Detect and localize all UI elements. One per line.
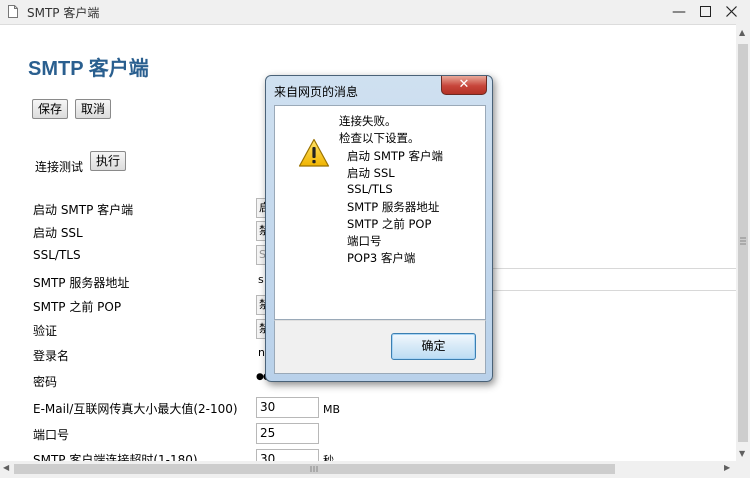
message-dialog: 来自网页的消息 ✕ 连接失败。 检查以下设置。 启动 SMTP 客户端 启动 S… — [265, 75, 493, 382]
maximize-icon — [699, 6, 711, 17]
row-label-timeout: SMTP 客户端连接超时(1-180) — [33, 453, 198, 461]
row-label-smtp-server: SMTP 服务器地址 — [33, 276, 130, 290]
horizontal-scroll-thumb[interactable] — [14, 464, 615, 474]
dialog-setting-item: 启动 SSL — [347, 166, 395, 180]
dialog-footer: 确定 — [274, 320, 486, 374]
close-icon — [725, 6, 737, 17]
dialog-title: 来自网页的消息 — [274, 85, 359, 99]
row-label-password: 密码 — [33, 375, 58, 389]
execute-button[interactable]: 执行 — [90, 151, 127, 171]
vertical-scrollbar[interactable]: ▲ ▼ — [736, 24, 750, 461]
grip-icon — [310, 466, 318, 472]
dialog-body: 连接失败。 检查以下设置。 启动 SMTP 客户端 启动 SSL SSL/TLS… — [274, 105, 486, 320]
connection-test-label: 连接测试 — [35, 160, 84, 174]
scroll-right-icon[interactable]: ▶ — [724, 463, 730, 472]
scroll-left-icon[interactable]: ◀ — [3, 463, 9, 472]
dialog-message-line: 检查以下设置。 — [339, 131, 420, 145]
window-close-button[interactable] — [720, 3, 742, 21]
page-title: SMTP 客户端 — [28, 58, 149, 80]
max-size-unit: MB — [323, 403, 341, 416]
maximize-button[interactable] — [694, 3, 716, 21]
grip-icon — [740, 237, 746, 245]
dialog-setting-item: SMTP 服务器地址 — [347, 200, 440, 214]
port-input[interactable]: 25 — [256, 423, 319, 444]
row-label-max-size: E-Mail/互联网传真大小最大值(2-100) — [33, 402, 238, 416]
scroll-down-icon[interactable]: ▼ — [739, 449, 745, 458]
row-label-smtp-enable: 启动 SMTP 客户端 — [33, 203, 134, 217]
scroll-up-icon[interactable]: ▲ — [739, 28, 745, 37]
page-icon — [8, 5, 18, 18]
row-label-auth: 验证 — [33, 324, 58, 338]
clipped-row: SMTP 客户端连接超时(1-180) 30 秒 — [0, 448, 736, 461]
window-title: SMTP 客户端 — [27, 6, 100, 20]
vertical-scroll-thumb[interactable] — [738, 44, 748, 442]
ok-button[interactable]: 确定 — [391, 333, 476, 360]
save-button[interactable]: 保存 — [32, 99, 69, 119]
row-label-port: 端口号 — [33, 428, 70, 442]
scrollbar-corner — [736, 461, 750, 478]
timeout-input[interactable]: 30 — [256, 449, 319, 461]
timeout-unit: 秒 — [323, 454, 334, 461]
dialog-setting-item: 启动 SMTP 客户端 — [347, 149, 443, 163]
close-icon: ✕ — [458, 77, 470, 92]
warning-icon — [298, 138, 330, 167]
row-label-pop-before-smtp: SMTP 之前 POP — [33, 300, 122, 314]
minimize-button[interactable]: — — [668, 3, 690, 21]
row-label-login-name: 登录名 — [33, 349, 70, 363]
dialog-message-line: 连接失败。 — [339, 114, 397, 128]
dialog-setting-item: SSL/TLS — [347, 182, 393, 196]
dialog-setting-item: 端口号 — [347, 234, 382, 248]
row-label-ssl-tls: SSL/TLS — [33, 248, 81, 262]
server-field-bottom-border — [492, 290, 736, 291]
dialog-setting-item: POP3 客户端 — [347, 251, 416, 265]
horizontal-scrollbar[interactable]: ◀ ▶ — [0, 461, 736, 478]
cancel-button[interactable]: 取消 — [75, 99, 112, 119]
dialog-close-button[interactable]: ✕ — [441, 76, 487, 95]
window-titlebar: SMTP 客户端 — — [0, 0, 750, 25]
row-label-ssl-enable: 启动 SSL — [33, 226, 83, 240]
server-field-top-border — [492, 268, 736, 269]
dialog-setting-item: SMTP 之前 POP — [347, 217, 432, 231]
max-size-input[interactable]: 30 — [256, 397, 319, 418]
